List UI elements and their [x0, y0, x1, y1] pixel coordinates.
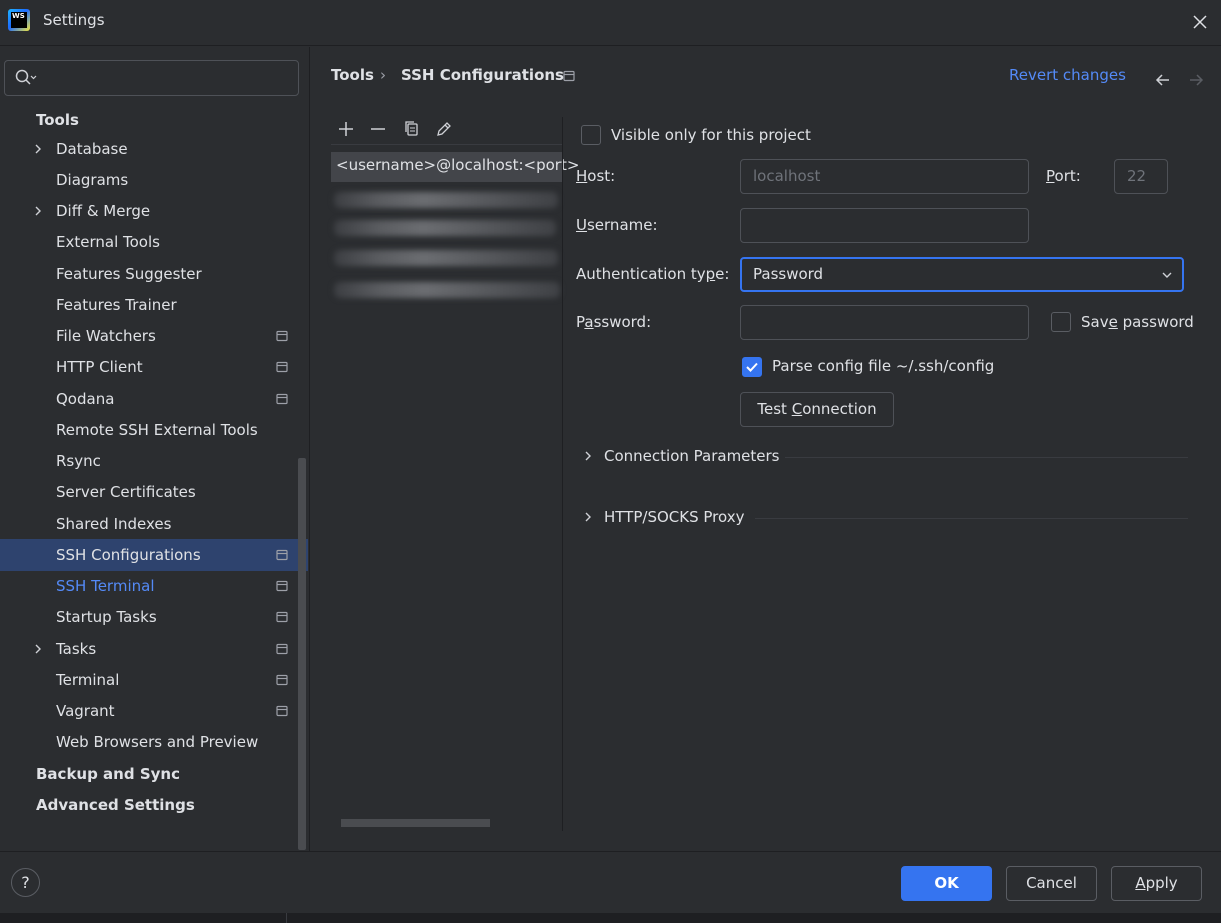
username-input[interactable]: [740, 208, 1029, 243]
section-divider: [785, 457, 1188, 458]
back-arrow-icon[interactable]: [1153, 70, 1173, 90]
webstorm-logo-icon: WS: [8, 9, 30, 31]
sidebar-item-shared-indexes[interactable]: Shared Indexes: [56, 509, 171, 539]
sidebar-item-file-watchers[interactable]: File Watchers: [56, 321, 156, 351]
host-list-item-redacted[interactable]: [334, 250, 558, 266]
port-label: Port:: [1046, 167, 1081, 185]
sidebar-item-database[interactable]: Database: [56, 134, 128, 164]
save-password-label: Save password: [1081, 313, 1194, 331]
sidebar-item-diff-merge[interactable]: Diff & Merge: [56, 196, 150, 226]
connection-parameters-section[interactable]: Connection Parameters: [604, 447, 780, 465]
section-divider: [755, 518, 1188, 519]
bottom-strip: [0, 913, 1221, 923]
project-scope-icon: [276, 361, 288, 373]
search-input[interactable]: [4, 60, 299, 96]
sidebar-item-qodana[interactable]: Qodana: [56, 384, 114, 414]
project-scope-icon: [276, 611, 288, 623]
chevron-right-icon[interactable]: [32, 134, 44, 164]
project-scope-icon: [276, 674, 288, 686]
sidebar-item-vagrant[interactable]: Vagrant: [56, 696, 115, 726]
forward-arrow-icon[interactable]: [1186, 70, 1206, 90]
sidebar-item-web-browsers-and-preview[interactable]: Web Browsers and Preview: [56, 727, 258, 757]
project-scope-icon: [276, 330, 288, 342]
add-icon[interactable]: [334, 117, 358, 141]
remove-icon[interactable]: [366, 117, 390, 141]
host-list-item-redacted[interactable]: [334, 192, 558, 208]
breadcrumb-current: SSH Configurations: [401, 66, 564, 84]
footer-divider: [0, 851, 1221, 852]
chevron-right-icon[interactable]: [32, 196, 44, 226]
revert-changes-link[interactable]: Revert changes: [1009, 66, 1126, 84]
project-scope-icon: [276, 705, 288, 717]
project-scope-icon: [276, 643, 288, 655]
sidebar-item-startup-tasks[interactable]: Startup Tasks: [56, 602, 157, 632]
breadcrumb-tools[interactable]: Tools: [331, 66, 374, 84]
close-icon[interactable]: [1186, 8, 1214, 36]
bottom-strip-divider: [286, 913, 287, 923]
window-title: Settings: [43, 11, 105, 29]
chevron-right-icon[interactable]: [582, 449, 594, 463]
project-scope-icon: [276, 580, 288, 592]
port-input[interactable]: 22: [1114, 159, 1168, 194]
password-input[interactable]: [740, 305, 1029, 340]
copy-icon[interactable]: [400, 117, 424, 141]
edit-icon[interactable]: [432, 117, 456, 141]
host-label: Host:: [576, 167, 616, 185]
auth-type-label: Authentication type:: [576, 265, 730, 283]
visible-only-checkbox[interactable]: [581, 125, 601, 145]
host-list-item-redacted[interactable]: [334, 282, 560, 298]
auth-type-select[interactable]: Password: [740, 257, 1184, 292]
ok-button[interactable]: OK: [901, 866, 992, 901]
sidebar-item-terminal[interactable]: Terminal: [56, 665, 119, 695]
host-list-item[interactable]: <username>@localhost:<port>: [336, 156, 579, 174]
sidebar-item-tools[interactable]: Tools: [36, 105, 79, 135]
host-list-item-redacted[interactable]: [334, 220, 556, 236]
sidebar-item-external-tools[interactable]: External Tools: [56, 227, 160, 257]
sidebar-item-backup-and-sync[interactable]: Backup and Sync: [36, 759, 180, 789]
proxy-section[interactable]: HTTP/SOCKS Proxy: [604, 508, 744, 526]
sidebar-item-features-trainer[interactable]: Features Trainer: [56, 290, 177, 320]
sidebar-item-http-client[interactable]: HTTP Client: [56, 352, 143, 382]
parse-config-label: Parse config file ~/.ssh/config: [772, 357, 995, 375]
logo-text: WS: [11, 12, 27, 28]
chevron-right-icon[interactable]: [582, 510, 594, 524]
visible-only-label: Visible only for this project: [611, 126, 811, 144]
sidebar-item-rsync[interactable]: Rsync: [56, 446, 101, 476]
project-scope-icon: [276, 393, 288, 405]
parse-config-checkbox[interactable]: [742, 357, 762, 377]
sidebar-item-server-certificates[interactable]: Server Certificates: [56, 477, 196, 507]
search-icon: [15, 69, 37, 85]
password-label: Password:: [576, 313, 652, 331]
sidebar-item-diagrams[interactable]: Diagrams: [56, 165, 128, 195]
sidebar-item-tasks[interactable]: Tasks: [56, 634, 96, 664]
sidebar-item-ssh-configurations[interactable]: SSH Configurations: [56, 540, 201, 570]
project-scope-icon: [276, 549, 288, 561]
auth-type-value: Password: [753, 265, 824, 283]
sidebar-divider: [309, 47, 310, 851]
sidebar-scrollbar[interactable]: [298, 458, 306, 850]
apply-button[interactable]: Apply: [1111, 866, 1202, 901]
breadcrumb-separator: ›: [380, 66, 386, 84]
project-scope-icon: [563, 70, 575, 82]
chevron-down-icon: [1162, 272, 1172, 278]
ssh-host-list: [331, 145, 562, 835]
test-connection-button[interactable]: Test Connection: [740, 392, 894, 427]
checkmark-icon: [746, 362, 758, 372]
cancel-button[interactable]: Cancel: [1006, 866, 1097, 901]
title-bar: [0, 0, 1221, 46]
save-password-checkbox[interactable]: [1051, 312, 1071, 332]
sidebar-item-advanced-settings[interactable]: Advanced Settings: [36, 790, 195, 820]
username-label: Username:: [576, 216, 658, 234]
host-input[interactable]: localhost: [740, 159, 1029, 194]
host-list-scrollbar[interactable]: [341, 819, 490, 827]
chevron-right-icon[interactable]: [32, 634, 44, 664]
help-button[interactable]: ?: [11, 868, 40, 897]
list-divider: [562, 117, 563, 831]
sidebar-item-features-suggester[interactable]: Features Suggester: [56, 259, 202, 289]
sidebar-item-remote-ssh-external-tools[interactable]: Remote SSH External Tools: [56, 415, 258, 445]
sidebar-item-ssh-terminal[interactable]: SSH Terminal: [56, 571, 154, 601]
